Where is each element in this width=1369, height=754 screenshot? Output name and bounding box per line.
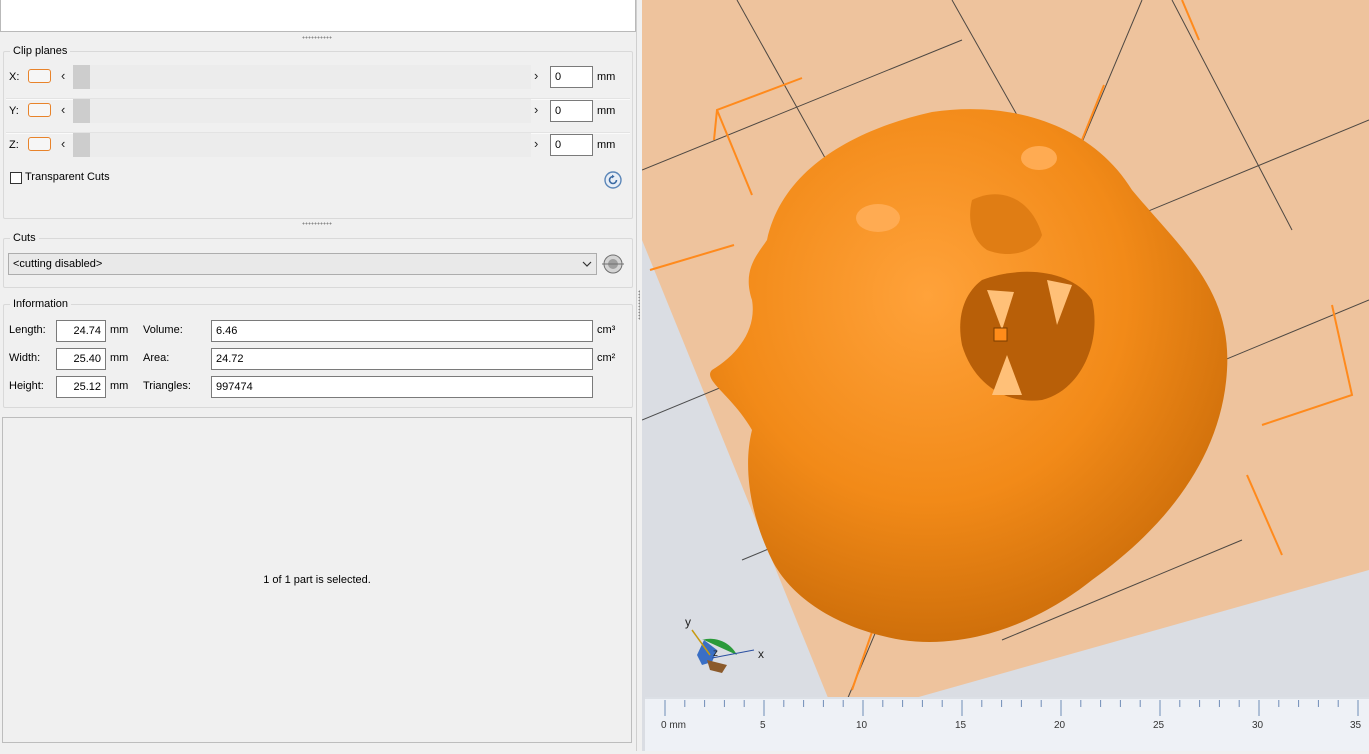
ruler-label: 10 [856, 720, 868, 731]
width-unit: mm [110, 352, 129, 364]
axis-y-label: y [685, 615, 691, 629]
clip-row-x: X: ‹ › mm [0, 64, 630, 92]
splitter-grip[interactable] [638, 290, 640, 320]
clip-y-slider-thumb[interactable] [73, 99, 90, 123]
cuts-title: Cuts [10, 232, 39, 244]
clip-z-value-input[interactable] [550, 134, 593, 156]
ruler-scale: 0 mm 5 10 15 20 25 30 35 [645, 697, 1369, 731]
clip-planes-title: Clip planes [10, 45, 71, 57]
selection-status-text: 1 of 1 part is selected. [263, 574, 371, 586]
splitter-grip[interactable] [302, 36, 332, 39]
triangles-value [211, 376, 593, 398]
ruler-label: 35 [1350, 720, 1362, 731]
splitter-grip[interactable] [302, 222, 332, 225]
clip-x-left-arrow-icon[interactable]: ‹ [61, 68, 65, 83]
area-label: Area: [143, 352, 170, 364]
length-label: Length: [9, 324, 46, 336]
clip-y-color-button[interactable] [28, 103, 51, 117]
properties-panel: Clip planes X: ‹ › mm Y: ‹ › mm Z: ‹ › m… [0, 0, 636, 751]
ruler-label: 30 [1252, 720, 1264, 731]
area-unit: cm² [597, 352, 616, 364]
clip-y-value-input[interactable] [550, 100, 593, 122]
3d-viewport[interactable]: y x z [642, 0, 1369, 751]
cuts-dropdown[interactable]: <cutting disabled> [8, 253, 597, 275]
clip-row-z: Z: ‹ › mm [0, 132, 630, 160]
clip-row-y: Y: ‹ › mm [0, 98, 630, 126]
top-list-box[interactable] [0, 0, 636, 32]
cut-settings-icon[interactable] [600, 252, 626, 276]
height-label: Height: [9, 380, 44, 392]
triangles-label: Triangles: [143, 380, 191, 392]
clip-x-value-input[interactable] [550, 66, 593, 88]
height-unit: mm [110, 380, 129, 392]
clip-y-right-arrow-icon[interactable]: › [534, 102, 538, 117]
ruler-label: 0 mm [661, 720, 686, 731]
clip-x-right-arrow-icon[interactable]: › [534, 68, 538, 83]
chevron-down-icon [582, 261, 592, 267]
cuts-dropdown-value: <cutting disabled> [13, 258, 103, 270]
information-title: Information [10, 298, 72, 310]
transparent-cuts-checkbox[interactable] [10, 172, 22, 184]
clip-z-unit: mm [597, 139, 616, 151]
volume-value [211, 320, 593, 342]
volume-label: Volume: [143, 324, 183, 336]
clip-y-unit: mm [597, 105, 616, 117]
clip-z-color-button[interactable] [28, 137, 51, 151]
clip-x-label: X: [9, 71, 20, 83]
selection-status-area: 1 of 1 part is selected. [2, 417, 632, 743]
clip-z-slider[interactable] [73, 133, 531, 157]
volume-unit: cm³ [597, 324, 616, 336]
height-value [56, 376, 106, 398]
clip-x-color-button[interactable] [28, 69, 51, 83]
clip-x-unit: mm [597, 71, 616, 83]
area-value [211, 348, 593, 370]
clip-z-right-arrow-icon[interactable]: › [534, 136, 538, 151]
transparent-cuts-label: Transparent Cuts [25, 171, 110, 183]
clip-x-slider[interactable] [73, 65, 531, 89]
ruler-label: 25 [1153, 720, 1165, 731]
clip-z-slider-thumb[interactable] [73, 133, 90, 157]
measurement-ruler: 0 mm 5 10 15 20 25 30 35 [645, 697, 1369, 751]
clip-y-label: Y: [9, 105, 19, 117]
ruler-label: 5 [760, 720, 766, 731]
ruler-label: 20 [1054, 720, 1066, 731]
width-label: Width: [9, 352, 41, 364]
clip-z-label: Z: [9, 139, 19, 151]
clip-y-slider[interactable] [73, 99, 531, 123]
viewport-scene[interactable]: y x z [642, 0, 1369, 751]
clip-x-slider-thumb[interactable] [73, 65, 90, 89]
axis-z-label: z [713, 648, 718, 659]
clip-y-left-arrow-icon[interactable]: ‹ [61, 102, 65, 117]
axis-x-label: x [758, 647, 764, 661]
width-value [56, 348, 106, 370]
clip-z-left-arrow-icon[interactable]: ‹ [61, 136, 65, 151]
length-value [56, 320, 106, 342]
ruler-label: 15 [955, 720, 967, 731]
length-unit: mm [110, 324, 129, 336]
reset-clip-icon[interactable] [604, 171, 622, 189]
